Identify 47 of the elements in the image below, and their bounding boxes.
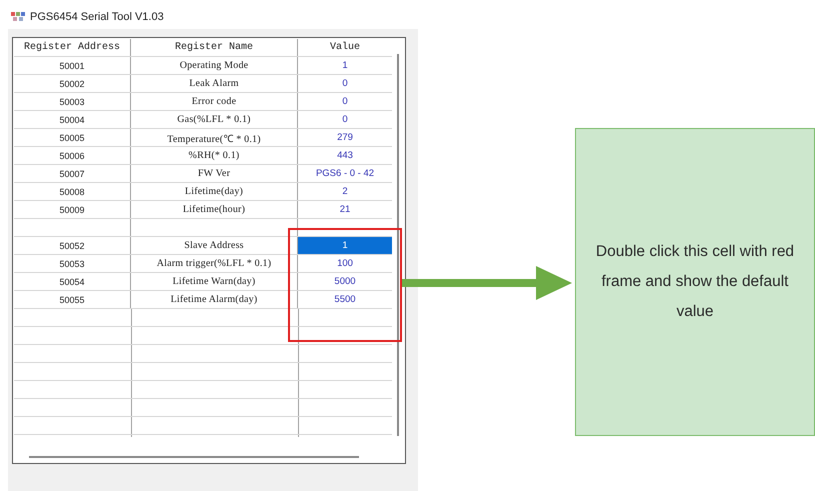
table-cell: 50008	[14, 183, 131, 200]
table-cell: Lifetime Warn(day)	[131, 273, 298, 290]
window-title: PGS6454 Serial Tool V1.03	[30, 11, 164, 23]
table-cell: 50003	[14, 93, 131, 110]
table-cell: Alarm trigger(%LFL * 0.1)	[131, 255, 298, 272]
table-cell: 50052	[14, 237, 131, 254]
table-cell[interactable]: 5500	[298, 291, 392, 308]
callout-text: Double click this cell with red frame and show the default value	[594, 242, 796, 322]
table-cell: 50005	[14, 129, 131, 146]
table-cell: 50009	[14, 201, 131, 218]
horizontal-scrollbar[interactable]	[29, 456, 359, 458]
table-cell: Leak Alarm	[131, 75, 298, 92]
table-cell: Temperature(℃ * 0.1)	[131, 129, 298, 146]
table-cell: %RH(* 0.1)	[131, 147, 298, 164]
table-cell: 50055	[14, 291, 131, 308]
vertical-scrollbar[interactable]	[397, 54, 399, 436]
table-cell: Gas(%LFL * 0.1)	[131, 111, 298, 128]
table-cell: Operating Mode	[131, 57, 298, 74]
table-cell[interactable]: 5000	[298, 273, 392, 290]
table-cell[interactable]: 0	[298, 111, 392, 128]
arrow-icon	[402, 265, 574, 301]
table-cell[interactable]: 0	[298, 75, 392, 92]
table-cell[interactable]: 100	[298, 255, 392, 272]
table-cell: Lifetime Alarm(day)	[131, 291, 298, 308]
table-cell: FW Ver	[131, 165, 298, 182]
table-cell: 50004	[14, 111, 131, 128]
table-cell: 50053	[14, 255, 131, 272]
table-cell: 50054	[14, 273, 131, 290]
table-cell: 50001	[14, 57, 131, 74]
table-cell: 50006	[14, 147, 131, 164]
table-cell: Lifetime(day)	[131, 183, 298, 200]
column-header: Register Address	[14, 39, 131, 56]
table-cell: Error code	[131, 93, 298, 110]
column-header: Register Name	[131, 39, 298, 56]
table-cell: 50002	[14, 75, 131, 92]
table-cell[interactable]: 443	[298, 147, 392, 164]
table-cell[interactable]: 2	[298, 183, 392, 200]
table-cell[interactable]: 0	[298, 93, 392, 110]
app-icon	[11, 11, 27, 23]
table-cell: Lifetime(hour)	[131, 201, 298, 218]
table-cell[interactable]: 279	[298, 129, 392, 146]
table-cell[interactable]: 1	[298, 57, 392, 74]
column-header: Value	[328, 40, 361, 55]
table-cell: 50007	[14, 165, 131, 182]
table-cell[interactable]: 21	[298, 201, 392, 218]
table-cell[interactable]: PGS6 - 0 - 42	[298, 165, 392, 182]
table-cell[interactable]: 1	[298, 237, 392, 254]
